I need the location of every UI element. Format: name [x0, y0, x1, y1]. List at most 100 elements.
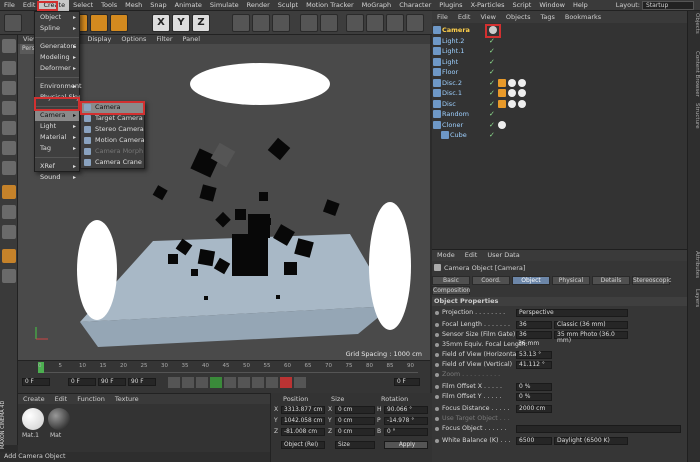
scale-icon[interactable] [90, 14, 108, 32]
object-name[interactable]: Light [442, 57, 458, 68]
object-name[interactable]: Cloner [442, 120, 463, 131]
menu-simulate[interactable]: Simulate [206, 0, 243, 11]
property-value[interactable]: 36 mm [516, 341, 546, 349]
menu-snap[interactable]: Snap [146, 0, 170, 11]
om-menu-edit[interactable]: Edit [453, 11, 476, 23]
x-axis-button[interactable]: X [152, 14, 170, 32]
object-row[interactable]: Disc.2 ✓ [432, 78, 687, 89]
animation-dot-icon[interactable] [435, 363, 439, 367]
frame-right-field[interactable]: 0 F [394, 378, 420, 386]
property-value[interactable]: 0 % [516, 383, 552, 391]
object-name[interactable]: Camera [442, 25, 470, 36]
frame-start-field[interactable]: 0 F [22, 378, 50, 386]
first-frame-icon[interactable] [168, 377, 180, 388]
focus-object-field[interactable] [516, 425, 681, 433]
material-menu-item[interactable]: Edit [50, 394, 73, 404]
material-menu-item[interactable]: Texture [110, 394, 144, 404]
frame-end-field[interactable]: 90 F [98, 378, 126, 386]
animation-dot-icon[interactable] [435, 417, 439, 421]
create-menu-item[interactable]: Light ▸ [35, 121, 79, 132]
loop-icon[interactable] [266, 377, 278, 388]
object-name[interactable]: Light.1 [442, 46, 464, 57]
viewport-menu-options[interactable]: Options [116, 35, 151, 44]
attributes-tab[interactable]: Object [512, 276, 550, 285]
object-name[interactable]: Disc [442, 99, 456, 110]
workplane-icon[interactable] [2, 101, 16, 115]
om-menu-view[interactable]: View [475, 11, 500, 23]
size-mode-dropdown[interactable]: Size [335, 441, 375, 449]
camera-submenu-item[interactable]: Camera Crane [81, 157, 144, 168]
polygons-mode-icon[interactable] [2, 161, 16, 175]
material-tag-icon[interactable] [518, 78, 526, 87]
attributes-tab[interactable]: Physical [552, 276, 590, 285]
create-menu-item[interactable]: Spline ▸ [35, 23, 79, 34]
viewport-menu-display[interactable]: Display [82, 35, 116, 44]
attributes-menu-item[interactable]: Edit [460, 250, 483, 261]
render-view-icon[interactable] [232, 14, 250, 32]
position-field[interactable]: -81.008 cm [281, 428, 325, 436]
object-row[interactable]: Camera✓ [432, 25, 687, 36]
attributes-tab[interactable]: Coord. [472, 276, 510, 285]
rotation-field[interactable]: -14.978 ° [384, 417, 428, 425]
create-menu-item[interactable]: Deformer ▸ [35, 63, 79, 74]
menu-animate[interactable]: Animate [171, 0, 206, 11]
material-tag-icon[interactable] [498, 89, 506, 97]
camera-submenu-item[interactable]: Target Camera [81, 113, 144, 124]
object-row[interactable]: Disc ✓ [432, 99, 687, 110]
render-picture-icon[interactable] [252, 14, 270, 32]
menu-motion-tracker[interactable]: Motion Tracker [302, 0, 358, 11]
side-tab[interactable]: Content Browser [689, 51, 700, 97]
side-tab[interactable]: Attributes [689, 251, 700, 278]
visibility-check-icon[interactable]: ✓ [489, 67, 495, 78]
axis-mode-icon[interactable] [2, 185, 16, 199]
frame-max-field[interactable]: 90 F [128, 378, 156, 386]
material-tag-icon[interactable] [498, 78, 506, 87]
points-mode-icon[interactable] [2, 121, 16, 135]
object-name[interactable]: Cube [450, 130, 467, 141]
camera-submenu-item[interactable]: Motion Camera [81, 135, 145, 146]
object-row[interactable]: Cube ✓ [432, 130, 687, 141]
property-value[interactable]: 36 [516, 331, 552, 339]
visibility-check-icon[interactable]: ✓ [489, 130, 495, 141]
animation-dot-icon[interactable] [435, 311, 439, 315]
menu-mesh[interactable]: Mesh [121, 0, 146, 11]
visibility-check-icon[interactable]: ✓ [489, 46, 495, 57]
attributes-tab[interactable]: Basic [432, 276, 470, 285]
object-row[interactable]: Random ✓ [432, 109, 687, 120]
om-menu-objects[interactable]: Objects [501, 11, 536, 23]
menu-edit[interactable]: Edit [19, 0, 40, 11]
animation-dot-icon[interactable] [435, 373, 439, 377]
side-tab[interactable]: Layers [689, 289, 700, 307]
menu-x-particles[interactable]: X-Particles [467, 0, 509, 11]
undo-icon[interactable] [4, 14, 22, 32]
property-value[interactable]: 53.13 ° [516, 351, 552, 359]
camera-submenu-item[interactable]: Stereo Camera [81, 124, 144, 135]
position-field[interactable]: 3313.877 cm [281, 406, 325, 414]
attributes-tab[interactable]: Composition [432, 286, 470, 295]
object-row[interactable]: Light.2 ✓ [432, 36, 687, 47]
material-tag-icon[interactable] [508, 99, 516, 108]
property-value[interactable]: 2000 cm [516, 405, 552, 413]
menu-create[interactable]: Create [39, 0, 70, 11]
menu-select[interactable]: Select [69, 0, 97, 11]
y-axis-button[interactable]: Y [172, 14, 190, 32]
model-mode-icon[interactable] [2, 61, 16, 75]
material-menu-item[interactable]: Function [72, 394, 110, 404]
next-key-icon[interactable] [238, 377, 250, 388]
material-menu-item[interactable]: Create [18, 394, 50, 404]
visibility-check-icon[interactable]: ✓ [489, 109, 495, 120]
visibility-check-icon[interactable]: ✓ [489, 78, 495, 89]
object-row[interactable]: Cloner ✓ [432, 120, 687, 131]
create-menu-item[interactable]: Camera ▸ [35, 110, 79, 121]
attributes-menu-item[interactable]: User Data [482, 250, 524, 261]
material-tag-icon[interactable] [508, 89, 516, 97]
animation-dot-icon[interactable] [435, 353, 439, 357]
material-tag-icon[interactable] [498, 99, 506, 108]
render-settings-icon[interactable] [272, 14, 290, 32]
menu-help[interactable]: Help [569, 0, 592, 11]
material-tag-icon[interactable] [518, 89, 526, 97]
record-icon[interactable] [280, 377, 292, 388]
camera-submenu-item[interactable]: Camera Morph [81, 146, 144, 157]
animation-dot-icon[interactable] [435, 407, 439, 411]
timeline[interactable]: 0 5 10 15 20 25 30 35 40 45 50 55 60 65 70 75 80 85 90 0 F… [18, 360, 430, 393]
